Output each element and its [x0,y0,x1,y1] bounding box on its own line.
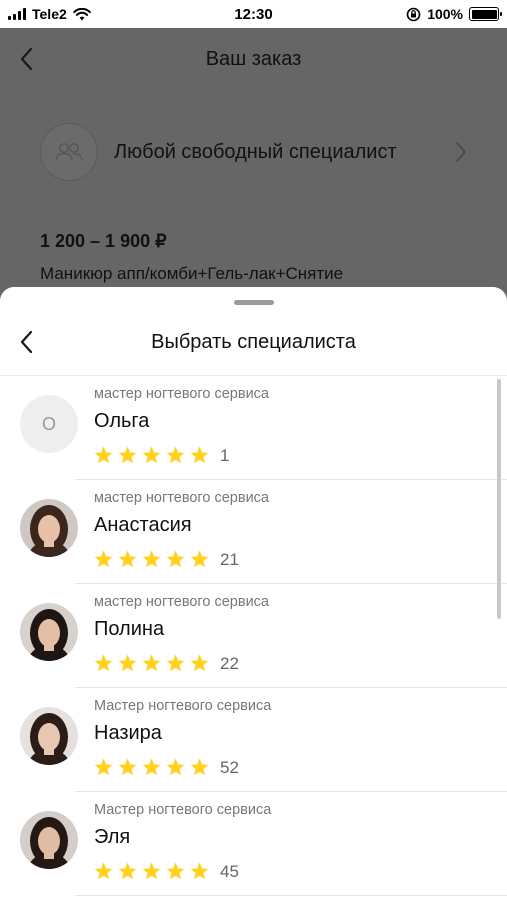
specialist-row[interactable]: О мастер ногтевого сервиса Ольга 1 [0,376,507,480]
status-left: Tele2 [8,6,158,22]
chevron-right-icon [456,142,466,162]
review-count: 21 [220,549,239,569]
star-rating [93,757,210,778]
star-icon [94,654,113,672]
specialist-name: Полина [94,618,165,640]
star-rating [93,861,210,882]
star-icon [94,550,113,568]
star-icon [118,862,137,880]
specialist-row[interactable]: Мастер ногтевого сервиса Назира 52 [0,688,507,792]
star-icon [118,654,137,672]
star-rating [93,549,210,570]
battery-level [471,9,497,19]
star-icon [142,758,161,776]
carrier-name: Tele2 [32,6,67,22]
battery-percent: 100% [427,6,463,22]
person-photo-icon [20,499,78,557]
star-icon [190,550,209,568]
avatar: О [20,395,78,453]
star-icon [118,446,137,464]
choose-specialist-sheet: Выбрать специалиста О мастер ногтевого с… [0,287,507,900]
star-icon [166,446,185,464]
star-icon [166,758,185,776]
person-photo-icon [20,811,78,869]
sheet-title: Выбрать специалиста [151,330,356,353]
review-count: 22 [220,653,239,673]
review-count: 1 [220,445,230,465]
specialist-role: Мастер ногтевого сервиса [94,802,272,818]
specialist-name: Анастасия [94,514,192,536]
rating: 1 [93,445,229,466]
specialist-role: мастер ногтевого сервиса [94,594,269,610]
order-page: Ваш заказ Любой свободный специалист 1 2… [0,28,507,300]
rating: 45 [93,861,239,882]
star-icon [118,758,137,776]
star-rating [93,445,210,466]
service-name: Маникюр апп/комби+Гель-лак+Снятие [40,264,344,283]
back-chevron-icon[interactable] [18,46,34,72]
star-icon [190,758,209,776]
avatar [20,499,78,557]
star-icon [94,446,113,464]
scrollbar[interactable] [497,379,501,619]
specialist-name: Ольга [94,410,150,432]
rating: 22 [93,653,239,674]
star-icon [94,862,113,880]
specialist-label: Любой свободный специалист [114,140,397,163]
specialist-list: О мастер ногтевого сервиса Ольга 1 масте… [0,376,507,896]
star-icon [166,654,185,672]
star-icon [190,862,209,880]
avatar [20,603,78,661]
rating: 52 [93,757,239,778]
status-right: 100% [349,6,502,22]
person-photo-icon [20,707,78,765]
star-icon [166,550,185,568]
avatar [20,811,78,869]
sheet-header: Выбрать специалиста [0,317,507,367]
star-icon [190,654,209,672]
back-chevron-icon[interactable] [18,329,34,355]
star-icon [118,550,137,568]
star-icon [190,446,209,464]
status-bar: Tele2 12:30 100% [0,0,507,28]
avatar [20,707,78,765]
wifi-icon [72,7,91,20]
specialist-role: мастер ногтевого сервиса [94,386,269,402]
star-rating [93,653,210,674]
people-icon [40,123,98,181]
star-icon [142,654,161,672]
review-count: 45 [220,861,239,881]
person-photo-icon [20,603,78,661]
specialist-row[interactable]: мастер ногтевого сервиса Анастасия 21 [0,480,507,584]
status-time: 12:30 [234,5,273,23]
specialist-name: Эля [94,826,131,848]
cellular-signal-icon [8,8,26,20]
specialist-selector[interactable]: Любой свободный специалист [40,123,467,181]
review-count: 52 [220,757,239,777]
specialist-row[interactable]: мастер ногтевого сервиса Полина 22 [0,584,507,688]
order-header: Ваш заказ [0,28,507,90]
star-icon [142,550,161,568]
specialist-role: мастер ногтевого сервиса [94,490,269,506]
star-icon [142,862,161,880]
page-title: Ваш заказ [205,47,302,70]
specialist-row[interactable]: Мастер ногтевого сервиса Эля 45 [0,792,507,896]
star-icon [166,862,185,880]
sheet-drag-handle[interactable] [234,300,274,305]
specialist-name: Назира [94,722,162,744]
star-icon [142,446,161,464]
rotation-lock-icon [406,7,421,21]
battery-icon [469,7,502,21]
price-range: 1 200 – 1 900 ₽ [40,231,167,251]
star-icon [94,758,113,776]
rating: 21 [93,549,239,570]
specialist-role: Мастер ногтевого сервиса [94,698,272,714]
